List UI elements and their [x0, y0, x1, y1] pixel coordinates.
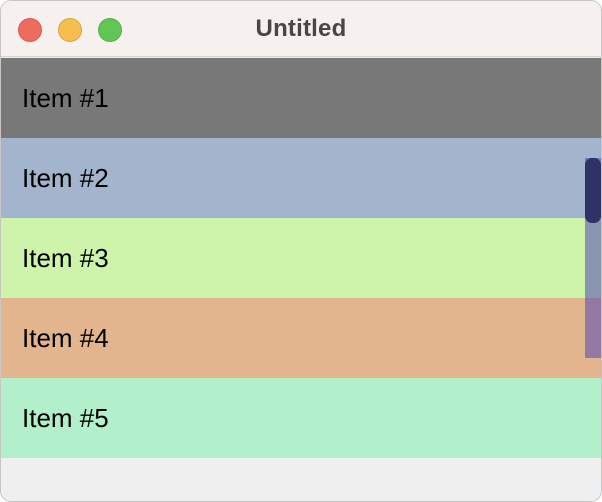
- title-bar[interactable]: Untitled: [1, 1, 601, 57]
- list-item-label: Item #3: [22, 243, 109, 273]
- list-item-label: Item #2: [22, 163, 109, 193]
- list-item[interactable]: Item #2: [1, 138, 601, 218]
- list-item-label: Item #5: [22, 403, 109, 433]
- list-item[interactable]: Item #4: [1, 298, 601, 378]
- window-title: Untitled: [255, 15, 347, 42]
- list-item[interactable]: Item #5: [1, 378, 601, 458]
- list-item-label: Item #1: [22, 83, 109, 113]
- list-item-label: Item #4: [22, 323, 109, 353]
- scrollbar-thumb[interactable]: [585, 158, 601, 223]
- item-list[interactable]: Item #1 Item #2 Item #3 Item #4 Item #5: [1, 58, 601, 458]
- list-item[interactable]: Item #1: [1, 58, 601, 138]
- list-item[interactable]: Item #3: [1, 218, 601, 298]
- app-window: Untitled Item #1 Item #2 Item #3 Item #4…: [0, 0, 602, 502]
